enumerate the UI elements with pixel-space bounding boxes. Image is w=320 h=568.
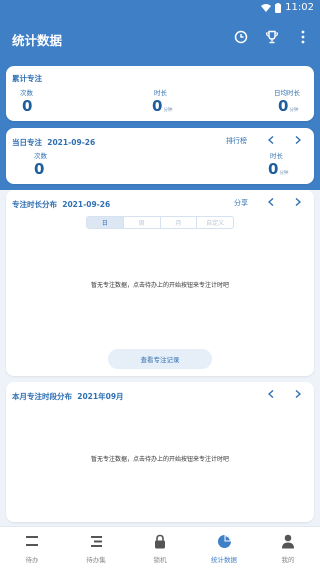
- duration-distribution-card: 专注时长分布 2021-09-26 分享 日 周 月 自定义 暂无专注数据，点击…: [6, 190, 314, 376]
- nav-todo[interactable]: 待办: [0, 527, 64, 568]
- pie-chart-icon: [216, 533, 232, 549]
- daily-avg-unit: 分钟: [289, 108, 299, 113]
- next-day-chevron-icon[interactable]: [292, 134, 304, 146]
- tab-custom[interactable]: 自定义: [197, 217, 233, 228]
- bottom-navigation: 待办 待办集 锁机 统计数据 我的: [0, 526, 320, 568]
- person-icon: [280, 533, 296, 549]
- clock-icon[interactable]: [232, 28, 250, 46]
- nav-todo-collection[interactable]: 待办集: [64, 527, 128, 568]
- tab-day[interactable]: 日: [87, 217, 124, 228]
- todo-collection-icon: [88, 533, 104, 549]
- daily-avg-value: 0分钟: [278, 97, 299, 115]
- trophy-icon[interactable]: [263, 28, 281, 46]
- monthly-month: 2021年09月: [77, 392, 124, 401]
- today-duration-unit: 分钟: [279, 171, 289, 176]
- lock-icon: [152, 533, 168, 549]
- nav-statistics-label: 统计数据: [211, 556, 237, 564]
- nav-todo-label: 待办: [25, 556, 39, 564]
- count-label: 次数: [20, 89, 33, 97]
- tab-month[interactable]: 月: [161, 217, 198, 228]
- prev-month-chevron-icon[interactable]: [265, 388, 277, 400]
- today-focus-title: 当日专注 2021-09-26: [12, 138, 96, 147]
- monthly-distribution-card: 本月专注时段分布 2021年09月 暂无专注数据，点击待办上的开始按钮来专注计时…: [6, 382, 314, 522]
- leaderboard-link[interactable]: 排行榜: [226, 136, 247, 146]
- distribution-date: 2021-09-26: [62, 200, 111, 209]
- duration-value: 0分钟: [152, 97, 173, 115]
- page-title: 统计数据: [12, 33, 63, 48]
- view-records-button[interactable]: 查看专注记录: [108, 349, 212, 369]
- today-duration-label: 时长: [270, 152, 283, 160]
- period-tabs: 日 周 月 自定义: [86, 216, 234, 229]
- status-time: 11:02: [285, 2, 314, 13]
- nav-todo-collection-label: 待办集: [86, 556, 106, 564]
- nav-profile[interactable]: 我的: [256, 527, 320, 568]
- prev-period-chevron-icon[interactable]: [265, 196, 277, 208]
- share-link[interactable]: 分享: [234, 198, 248, 208]
- next-month-chevron-icon[interactable]: [292, 388, 304, 400]
- monthly-empty-message: 暂无专注数据，点击待办上的开始按钮来专注计时吧: [90, 456, 229, 463]
- battery-icon: [275, 2, 282, 13]
- nav-statistics[interactable]: 统计数据: [192, 527, 256, 568]
- today-count-value: 0: [34, 160, 45, 178]
- distribution-empty-message: 暂无专注数据，点击待办上的开始按钮来专注计时吧: [90, 282, 229, 289]
- total-focus-title: 累计专注: [12, 74, 42, 83]
- status-bar: 11:02: [0, 0, 320, 16]
- todo-list-icon: [24, 533, 40, 549]
- nav-lock[interactable]: 锁机: [128, 527, 192, 568]
- tab-week[interactable]: 周: [124, 217, 161, 228]
- app-bar: 统计数据: [0, 16, 320, 60]
- count-value: 0: [22, 97, 33, 115]
- prev-day-chevron-icon[interactable]: [265, 134, 277, 146]
- wifi-icon: [261, 3, 272, 12]
- distribution-title: 专注时长分布 2021-09-26: [12, 200, 111, 209]
- today-date: 2021-09-26: [47, 138, 96, 147]
- monthly-title: 本月专注时段分布 2021年09月: [12, 392, 124, 401]
- today-focus-card: 当日专注 2021-09-26 排行榜 次数 0 时长 0分钟: [6, 128, 314, 184]
- today-count-label: 次数: [34, 152, 47, 160]
- duration-unit: 分钟: [163, 108, 173, 113]
- nav-profile-label: 我的: [281, 556, 295, 564]
- total-focus-card: 累计专注 次数 0 时长 0分钟 日均时长 0分钟: [6, 66, 314, 121]
- duration-label: 时长: [154, 89, 167, 97]
- nav-lock-label: 锁机: [153, 556, 167, 564]
- more-vertical-icon[interactable]: [294, 28, 312, 46]
- next-period-chevron-icon[interactable]: [292, 196, 304, 208]
- daily-avg-label: 日均时长: [274, 89, 300, 97]
- today-duration-value: 0分钟: [268, 160, 289, 178]
